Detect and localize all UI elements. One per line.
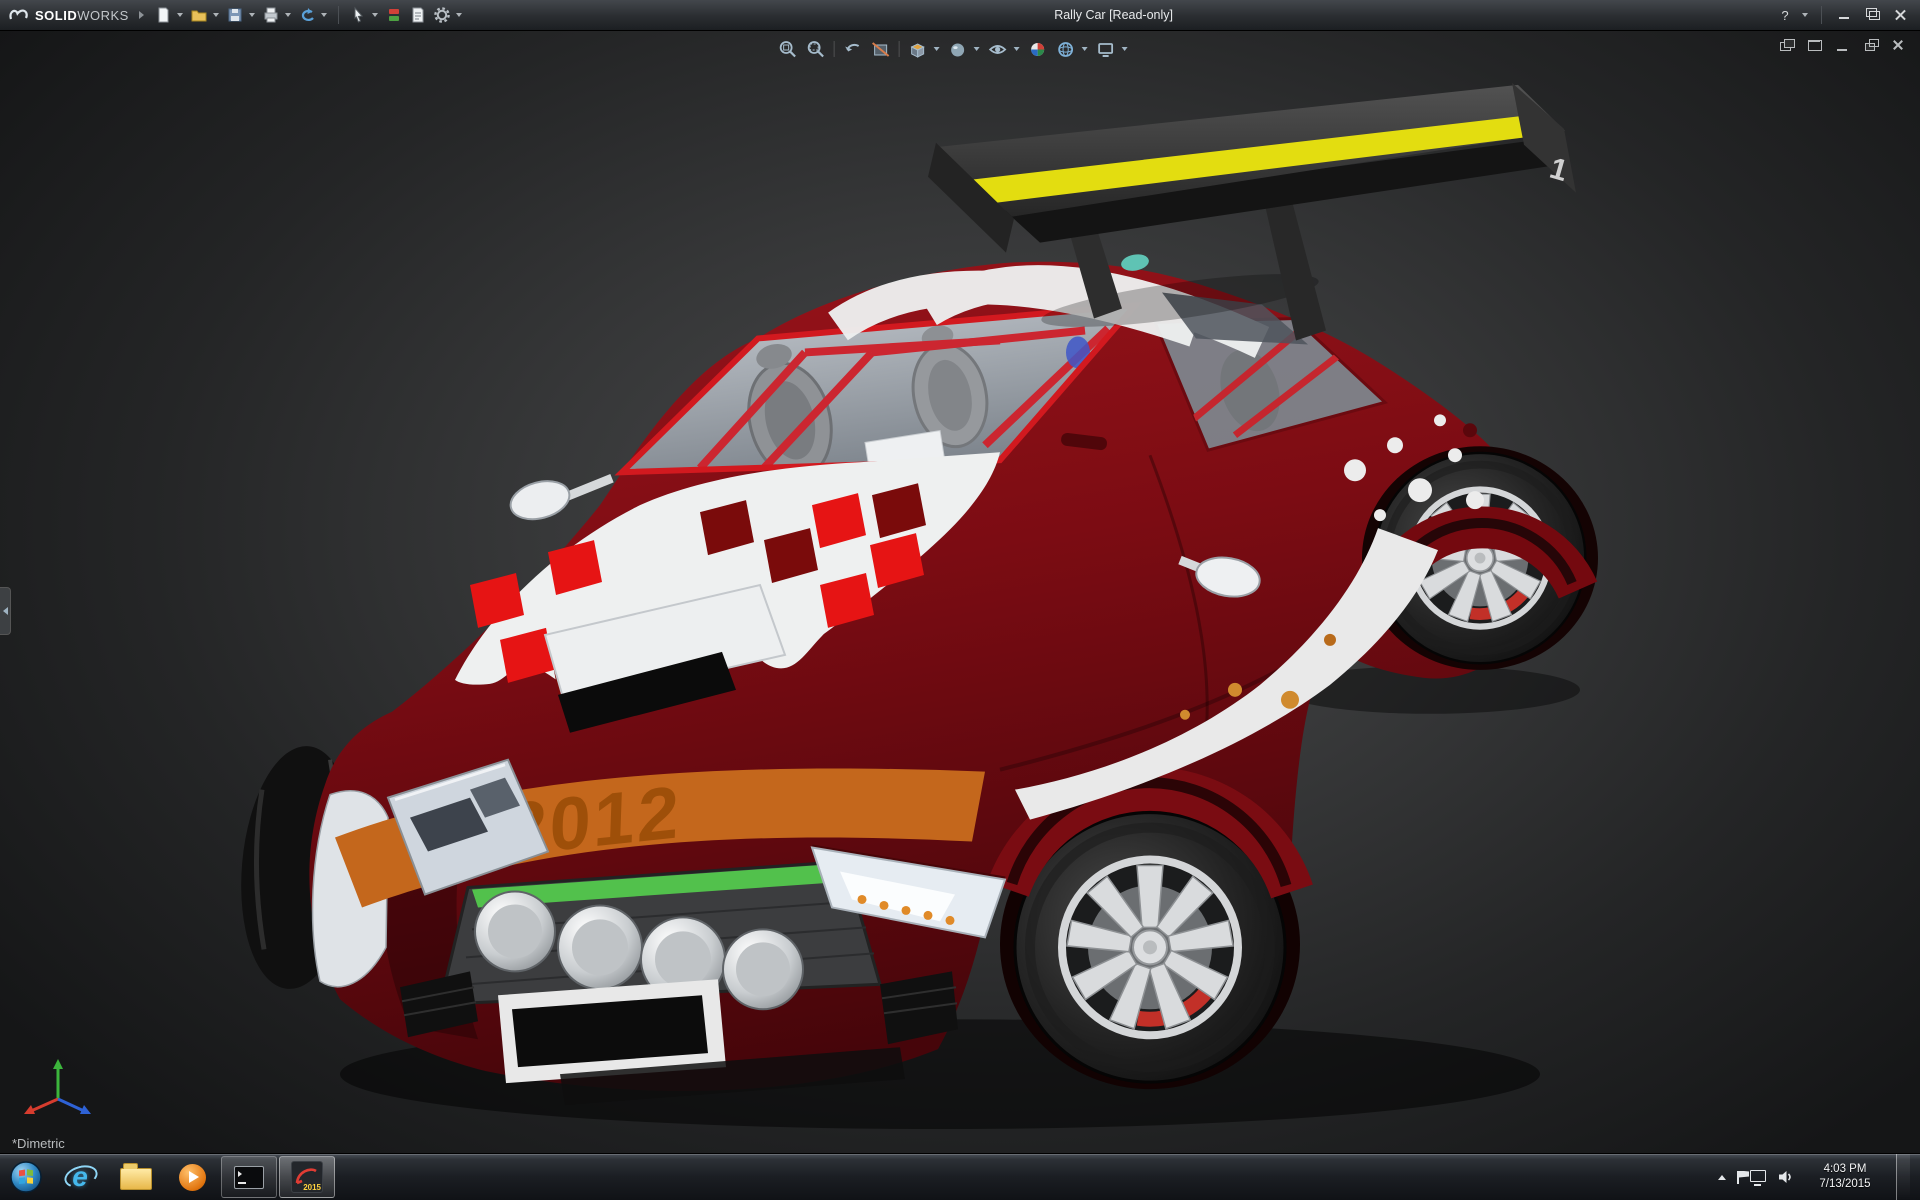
- rebuild-button[interactable]: [383, 3, 405, 27]
- view-settings-button[interactable]: [1093, 37, 1119, 61]
- start-button[interactable]: [0, 1154, 52, 1200]
- chevron-down-icon[interactable]: [213, 13, 219, 17]
- print-button[interactable]: [260, 3, 282, 27]
- action-center-icon[interactable]: [1737, 1171, 1739, 1184]
- standard-toolbar: [152, 3, 465, 27]
- section-view-button[interactable]: [868, 37, 894, 61]
- zoom-to-area-button[interactable]: [803, 37, 829, 61]
- clock-time: 4:03 PM: [1805, 1162, 1885, 1177]
- display-style-button[interactable]: [945, 37, 971, 61]
- front-right-wheel: [1015, 813, 1285, 1083]
- chevron-down-icon[interactable]: [1802, 13, 1808, 17]
- taskbar-clock[interactable]: 4:03 PM 7/13/2015: [1805, 1162, 1885, 1192]
- view-orientation-button[interactable]: [905, 37, 931, 61]
- clock-date: 7/13/2015: [1805, 1177, 1885, 1192]
- taskbar-item-media-player[interactable]: [165, 1157, 219, 1197]
- document-restore-button[interactable]: [1860, 35, 1882, 55]
- command-prompt-icon: [234, 1166, 264, 1189]
- rally-car-model[interactable]: 2012: [232, 83, 1598, 1129]
- open-folder-icon: [190, 6, 208, 24]
- toolbar-separator: [338, 6, 339, 24]
- previous-view-button[interactable]: [840, 37, 866, 61]
- document-minimize-button[interactable]: [1832, 35, 1854, 55]
- system-tray: 4:03 PM 7/13/2015: [1718, 1154, 1920, 1200]
- chevron-down-icon[interactable]: [285, 13, 291, 17]
- solidworks-window: SOLIDWORKS: [0, 0, 1920, 1200]
- internet-explorer-icon: e: [63, 1161, 97, 1193]
- app-name: SOLIDWORKS: [35, 8, 129, 23]
- chevron-down-icon[interactable]: [249, 13, 255, 17]
- windows-taskbar: e 2015 4:03 PM: [0, 1153, 1920, 1200]
- chevron-down-icon[interactable]: [934, 47, 940, 51]
- 3d-scene[interactable]: 2012: [0, 31, 1920, 1153]
- new-button[interactable]: [152, 3, 174, 27]
- taskbar-item-command-prompt[interactable]: [221, 1156, 277, 1198]
- show-desktop-button[interactable]: [1896, 1154, 1910, 1200]
- folder-icon: [120, 1168, 152, 1190]
- hide-show-items-button[interactable]: [985, 37, 1011, 61]
- document-window-controls: [1776, 35, 1910, 55]
- cursor-icon: [349, 6, 367, 24]
- gear-icon: [433, 6, 451, 24]
- file-properties-button[interactable]: [407, 3, 429, 27]
- save-floppy-icon: [226, 6, 244, 24]
- sw-version-badge: 2015: [303, 1183, 321, 1192]
- chevron-down-icon[interactable]: [321, 13, 327, 17]
- save-button[interactable]: [224, 3, 246, 27]
- window-title: Rally Car [Read-only]: [1054, 8, 1173, 22]
- minimize-button[interactable]: [1832, 5, 1856, 25]
- toolbar-separator: [1821, 6, 1822, 24]
- taskbar-item-solidworks[interactable]: 2015: [279, 1156, 335, 1198]
- logo-chevron-icon: [139, 11, 144, 19]
- taskbar-item-internet-explorer[interactable]: e: [53, 1157, 107, 1197]
- taskbar-item-explorer[interactable]: [109, 1157, 163, 1197]
- document-close-button[interactable]: [1888, 35, 1910, 55]
- undo-button[interactable]: [296, 3, 318, 27]
- heads-up-view-toolbar: [769, 35, 1137, 63]
- tile-windows-button[interactable]: [1804, 35, 1826, 55]
- apply-scene-button[interactable]: [1053, 37, 1079, 61]
- zoom-to-fit-button[interactable]: [775, 37, 801, 61]
- window-controls: ?: [1773, 5, 1920, 25]
- printer-icon: [262, 6, 280, 24]
- chevron-down-icon[interactable]: [1014, 47, 1020, 51]
- chevron-down-icon[interactable]: [177, 13, 183, 17]
- edit-appearance-button[interactable]: [1025, 37, 1051, 61]
- chevron-down-icon[interactable]: [1122, 47, 1128, 51]
- undo-arrow-icon: [298, 6, 316, 24]
- media-player-icon: [179, 1164, 206, 1191]
- feature-tree-collapse-tab[interactable]: [0, 587, 11, 635]
- chevron-down-icon[interactable]: [456, 13, 462, 17]
- show-hidden-icons-button[interactable]: [1718, 1175, 1726, 1180]
- help-button[interactable]: ?: [1773, 5, 1797, 25]
- network-icon[interactable]: [1750, 1170, 1766, 1182]
- close-button[interactable]: [1888, 5, 1912, 25]
- restore-button[interactable]: [1860, 5, 1884, 25]
- volume-icon[interactable]: [1777, 1169, 1794, 1185]
- hud-separator: [899, 41, 900, 57]
- graphics-area[interactable]: 2012: [0, 31, 1920, 1153]
- chevron-down-icon[interactable]: [372, 13, 378, 17]
- options-button[interactable]: [431, 3, 453, 27]
- cascade-windows-button[interactable]: [1776, 35, 1798, 55]
- windows-orb-icon: [10, 1161, 42, 1193]
- view-orientation-label: *Dimetric: [12, 1136, 65, 1151]
- solidworks-logo: SOLIDWORKS: [0, 7, 139, 23]
- dassault-3ds-logo-icon: [8, 7, 30, 23]
- solidworks-icon: 2015: [291, 1161, 323, 1193]
- hud-separator: [834, 41, 835, 57]
- rebuild-icon: [385, 6, 403, 24]
- orientation-triad: [22, 1055, 98, 1125]
- open-button[interactable]: [188, 3, 210, 27]
- file-properties-icon: [409, 6, 427, 24]
- chevron-down-icon[interactable]: [1082, 47, 1088, 51]
- select-button[interactable]: [347, 3, 369, 27]
- chevron-down-icon[interactable]: [974, 47, 980, 51]
- title-bar: SOLIDWORKS: [0, 0, 1920, 31]
- new-document-icon: [154, 6, 172, 24]
